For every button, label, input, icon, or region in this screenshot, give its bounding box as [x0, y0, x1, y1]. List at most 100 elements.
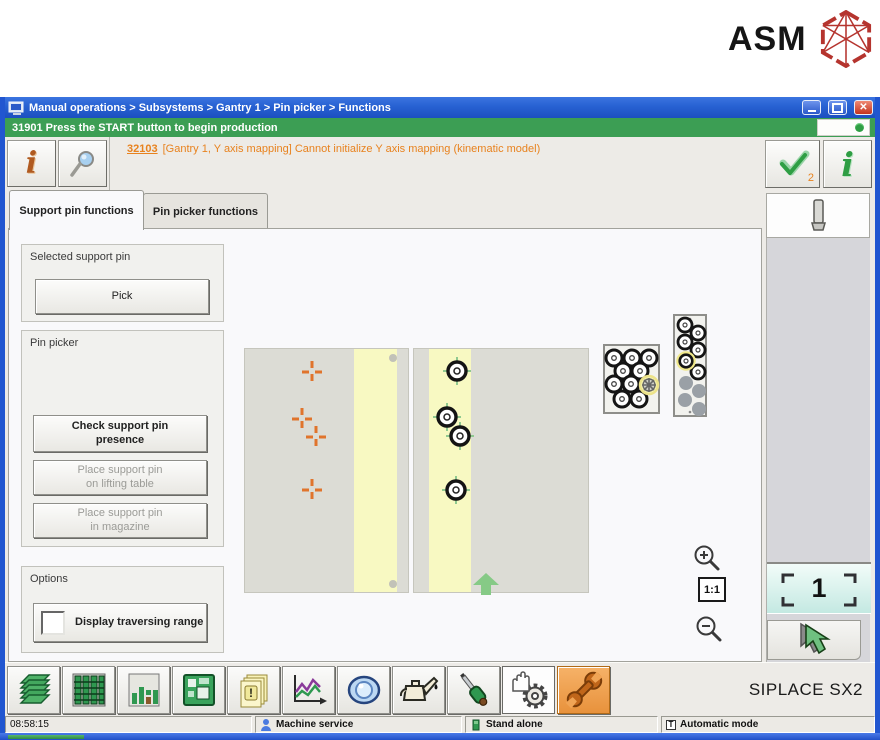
zoom-out-icon: [696, 616, 722, 642]
board-counter[interactable]: 1: [767, 562, 871, 614]
mode-icon: T: [666, 719, 676, 730]
options-group: Options Display traversing range: [21, 566, 224, 653]
alert-message-text: [Gantry 1, Y axis mapping] Cannot initia…: [162, 143, 541, 155]
screen: ASM Manual operations > Subsystems > Gan…: [0, 0, 880, 740]
error-info-button[interactable]: i: [7, 140, 56, 187]
standalone-icon: [472, 719, 480, 731]
crosshair-marker[interactable]: [301, 360, 323, 382]
toolbar-button-vision-camera[interactable]: [337, 666, 390, 714]
zoom-out-button[interactable]: [694, 614, 724, 649]
zoom-one-to-one-button[interactable]: 1:1: [698, 577, 726, 602]
message-pages-icon: !: [240, 674, 267, 708]
place-support-pin-on-lifting-table-button[interactable]: Place support pin on lifting table: [33, 460, 207, 495]
svg-text:!: !: [249, 686, 253, 700]
display-traversing-range-toggle[interactable]: Display traversing range: [33, 603, 207, 642]
message-bar: 31901 Press the START button to begin pr…: [5, 118, 875, 137]
pin-magazine-small[interactable]: [603, 344, 660, 414]
taskbar-edge[interactable]: [0, 733, 880, 740]
pin-picker-group: Pin picker Check support pin presence Pl…: [21, 330, 224, 547]
button-label: Place support pin on lifting table: [77, 463, 163, 490]
toolbar-button-component-bars[interactable]: [117, 666, 170, 714]
status-access-level: Machine service: [255, 716, 462, 733]
info-button[interactable]: i: [823, 140, 872, 188]
asm-logo: ASM: [728, 10, 873, 68]
tab-pin-picker-functions[interactable]: Pin picker functions: [143, 193, 268, 229]
green-check-icon: [779, 150, 809, 176]
toolbar-button-pcb-stack[interactable]: [7, 666, 60, 714]
screwdriver-icon: [459, 673, 487, 706]
side-panel: 1: [766, 238, 871, 662]
asm-hexagon-logo: [820, 10, 871, 68]
maximize-button[interactable]: [828, 100, 847, 115]
orange-info-icon: i: [25, 145, 38, 181]
zoom-in-icon: [694, 545, 720, 571]
group-title: Options: [30, 573, 68, 585]
toolbar-button-message-pages[interactable]: !: [227, 666, 280, 714]
inspect-error-button[interactable]: [58, 140, 107, 187]
divider: [109, 137, 110, 190]
display-traversing-range-checkbox[interactable]: [41, 610, 65, 635]
board-layout-icon: [182, 674, 215, 706]
asm-logo-text: ASM: [728, 19, 807, 58]
status-label: Automatic mode: [680, 719, 759, 730]
transport-lane-right: [429, 349, 471, 592]
crosshair-marker[interactable]: [305, 425, 327, 447]
group-title: Pin picker: [30, 337, 79, 349]
minimize-icon: [807, 110, 816, 112]
status-line-mode: Stand alone: [465, 716, 658, 733]
oil-can-icon: [399, 676, 438, 701]
status-label: Stand alone: [486, 719, 543, 730]
toolbar-button-statistics[interactable]: [282, 666, 335, 714]
acknowledge-button[interactable]: 2: [765, 140, 820, 188]
tab-label: Support pin functions: [19, 204, 134, 217]
vision-camera-icon: [347, 675, 380, 705]
led-green-icon: [855, 123, 864, 132]
toolbar-button-station-grid[interactable]: [62, 666, 115, 714]
user-icon: [261, 719, 271, 731]
pin-magazine-tall[interactable]: [673, 314, 707, 417]
alert-code[interactable]: 32103: [127, 143, 158, 155]
status-time: 08:58:15: [5, 716, 252, 733]
pick-button-label: Pick: [111, 289, 133, 302]
component-bars-icon: [128, 673, 159, 707]
status-label: Machine service: [276, 719, 354, 730]
statistics-icon: [293, 675, 327, 705]
board-counter-value: 1: [811, 573, 827, 603]
zoom-in-button[interactable]: [692, 543, 722, 578]
bottom-toolbar: ! SIPLACE SX2: [5, 662, 875, 717]
support-pin-marker[interactable]: [443, 357, 471, 385]
tab-support-pin-functions[interactable]: Support pin functions: [9, 190, 144, 230]
machine-state-led-panel: [817, 119, 870, 136]
support-pin-icon: [811, 198, 826, 231]
support-pin-marker[interactable]: [442, 476, 470, 504]
minimize-button[interactable]: [802, 100, 821, 115]
button-label: Place support pin in magazine: [77, 506, 163, 533]
toolbar-button-screwdriver[interactable]: [447, 666, 500, 714]
crosshair-marker[interactable]: [301, 478, 323, 500]
taskbar-green-segment: [8, 735, 84, 739]
tooling-hole: [389, 580, 397, 588]
toolbar-button-service-wrench[interactable]: [557, 666, 610, 714]
select-pointer-button[interactable]: [767, 620, 861, 660]
check-support-pin-presence-button[interactable]: Check support pin presence: [33, 415, 207, 452]
titlebar[interactable]: Manual operations > Subsystems > Gantry …: [5, 97, 875, 118]
toolbar-button-board-layout[interactable]: [172, 666, 225, 714]
pcb-stack-icon: [18, 674, 51, 704]
toolbar-button-manual-operations[interactable]: [502, 666, 555, 714]
board-transport-arrow-icon: [473, 573, 499, 595]
toolbar-button-oil-can[interactable]: [392, 666, 445, 714]
status-bar: 08:58:15 Machine service Stand alone T A…: [5, 716, 875, 733]
place-support-pin-in-magazine-button[interactable]: Place support pin in magazine: [33, 503, 207, 538]
pick-button[interactable]: Pick: [35, 279, 209, 314]
service-wrench-icon: [565, 671, 602, 709]
selected-support-pin-group: Selected support pin Pick: [21, 244, 224, 322]
ack-count: 2: [807, 172, 814, 184]
support-pin-tab[interactable]: [766, 193, 870, 238]
machine-name: SIPLACE SX2: [748, 680, 863, 699]
status-operating-mode: T Automatic mode: [661, 716, 875, 733]
support-pin-marker[interactable]: [446, 422, 474, 450]
machine-view[interactable]: [244, 348, 589, 595]
button-label: Check support pin presence: [71, 419, 169, 446]
alert-message[interactable]: 32103 [Gantry 1, Y axis mapping] Cannot i…: [127, 143, 540, 155]
close-button[interactable]: ✕: [854, 100, 873, 115]
